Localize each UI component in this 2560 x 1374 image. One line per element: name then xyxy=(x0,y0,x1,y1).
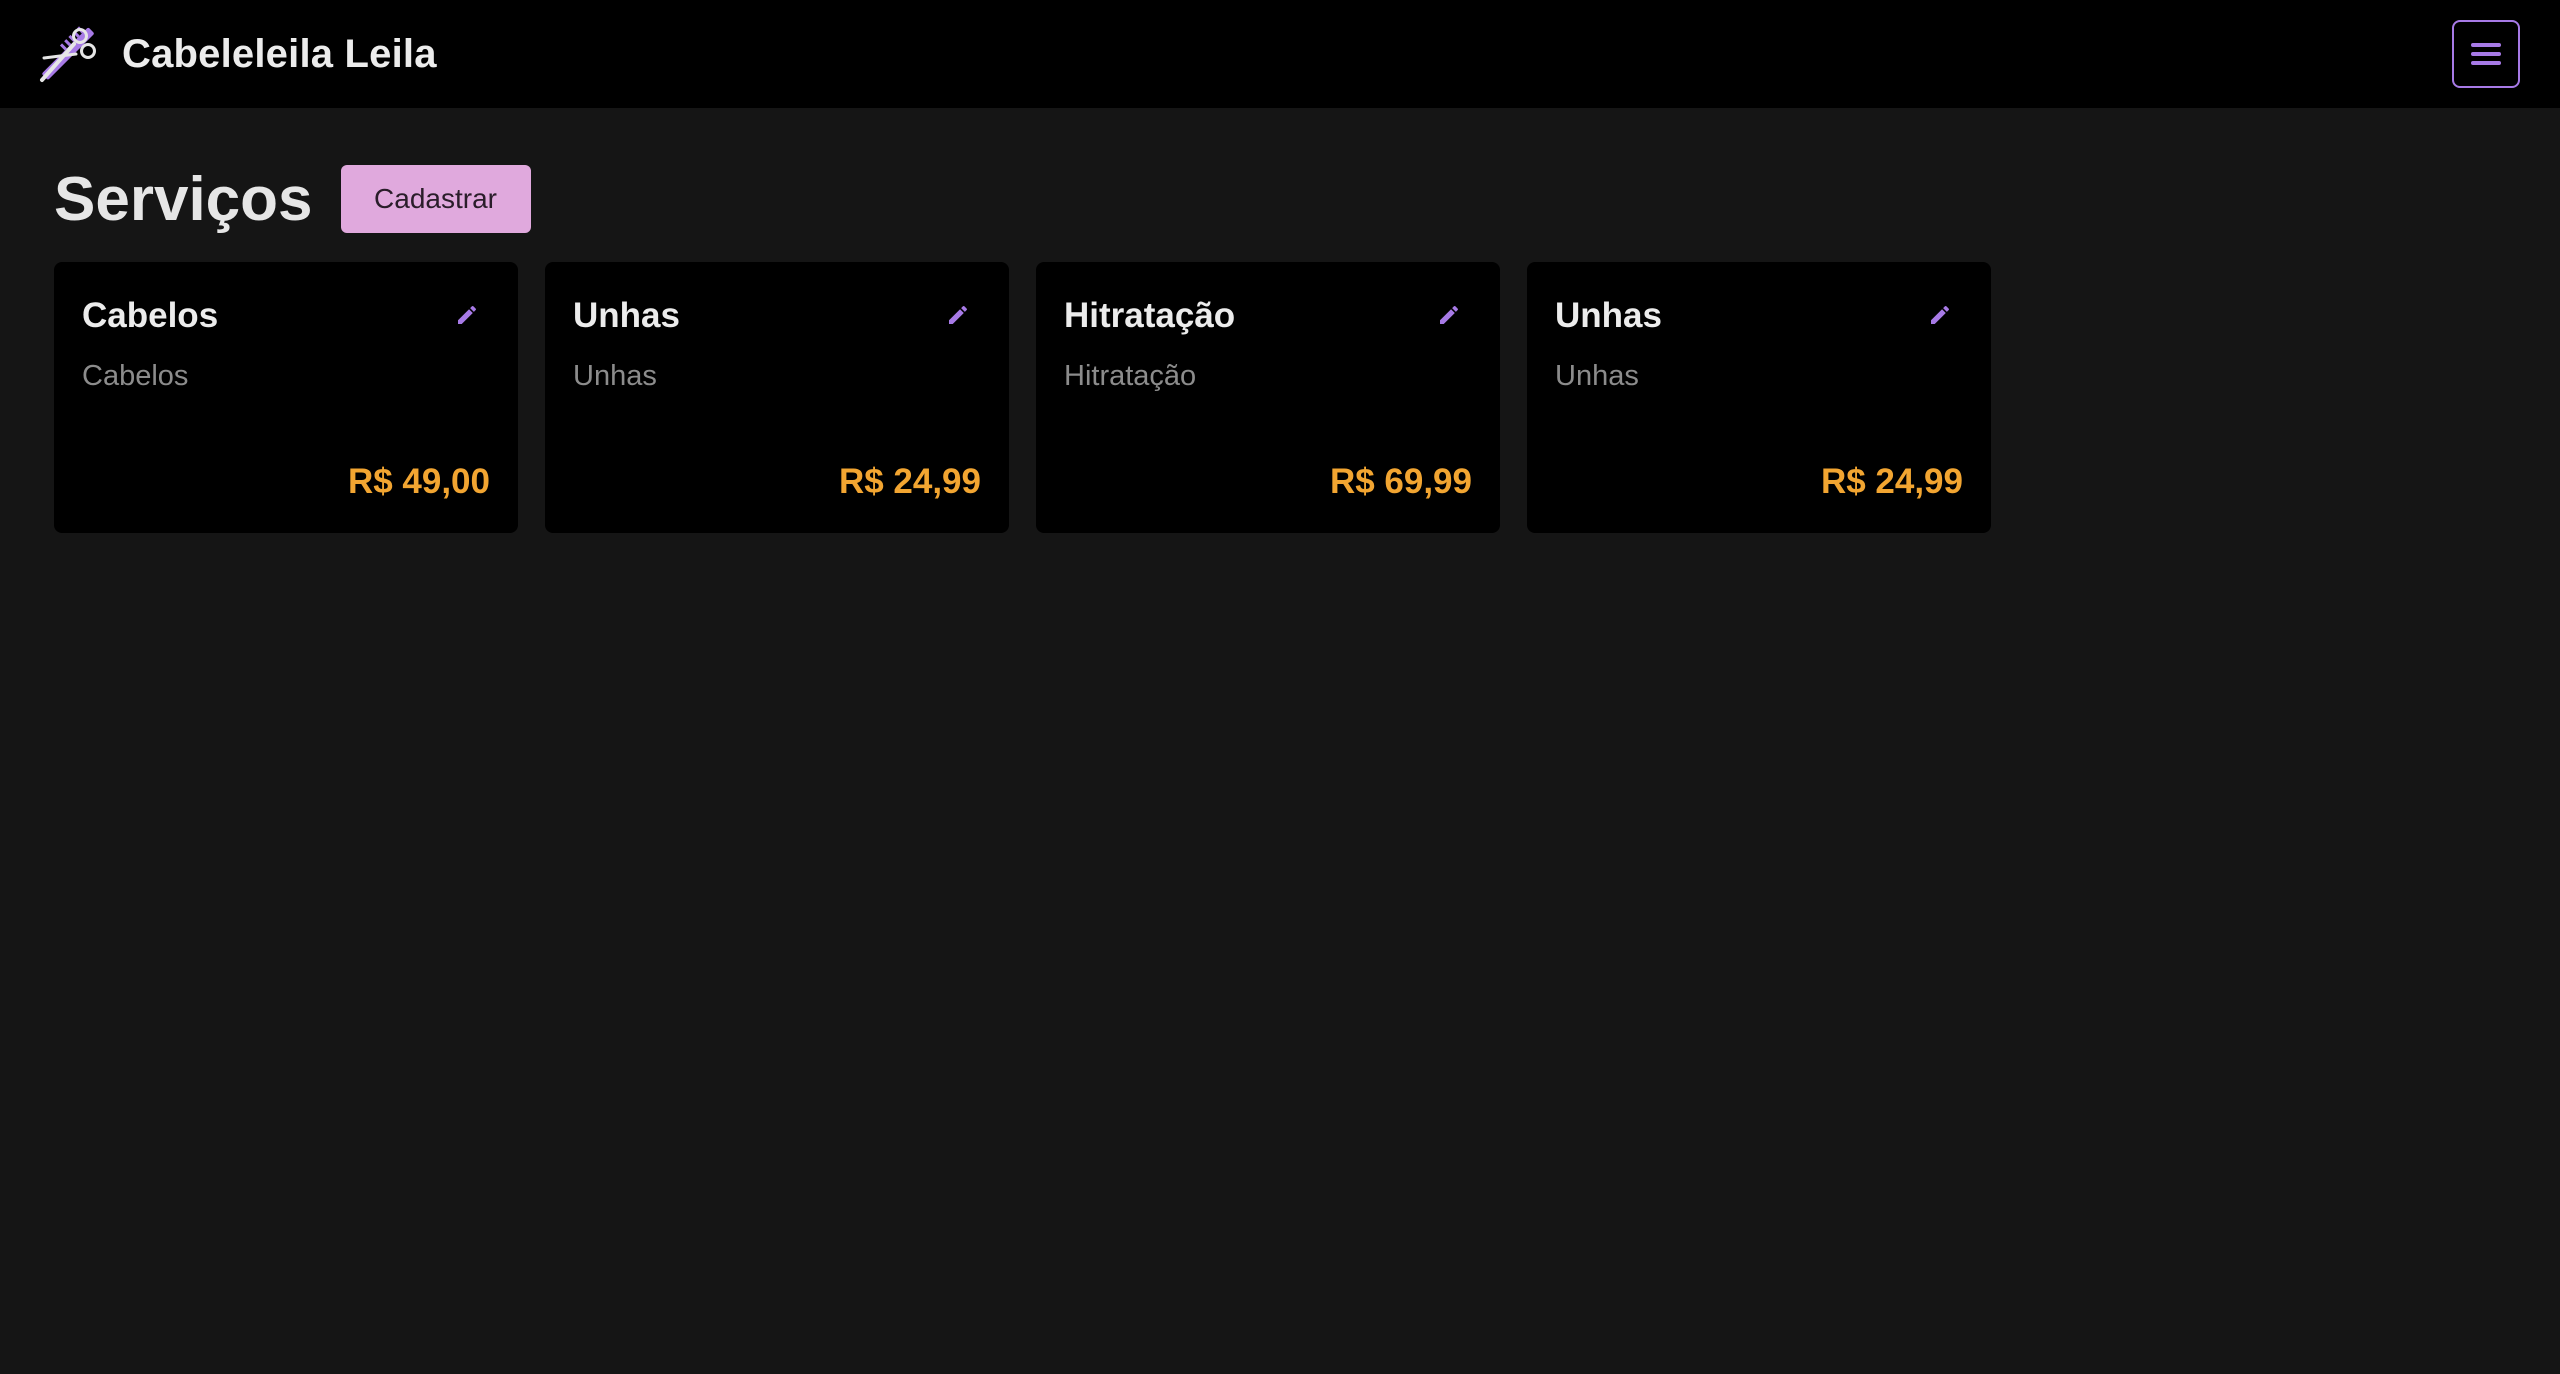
service-card: Unhas Unhas R$ 24,99 xyxy=(545,262,1009,533)
pencil-icon xyxy=(1931,305,1949,324)
brand-name: Cabeleleila Leila xyxy=(122,31,437,76)
service-price: R$ 24,99 xyxy=(1820,462,1963,501)
menu-toggle-button[interactable] xyxy=(2452,20,2520,88)
service-description: Cabelos xyxy=(82,360,189,392)
service-description: Unhas xyxy=(573,360,657,392)
scissors-comb-icon xyxy=(40,26,96,82)
edit-service-button[interactable] xyxy=(1925,300,1955,330)
service-description: Hitratação xyxy=(1064,360,1197,392)
pencil-icon xyxy=(949,305,967,324)
service-price: R$ 24,99 xyxy=(838,462,981,501)
service-card: Cabelos Cabelos R$ 49,00 xyxy=(54,262,518,533)
service-title: Unhas xyxy=(1555,296,1662,335)
service-price: R$ 49,00 xyxy=(347,462,490,501)
edit-service-button[interactable] xyxy=(452,300,482,330)
brand-link[interactable]: Cabeleleila Leila xyxy=(36,24,437,84)
edit-service-button[interactable] xyxy=(943,300,973,330)
navbar: Cabeleleila Leila xyxy=(0,0,2560,108)
register-button[interactable]: Cadastrar xyxy=(340,165,531,233)
service-card: Hitratação Hitratação R$ 69,99 xyxy=(1036,262,1500,533)
service-description: Unhas xyxy=(1555,360,1639,392)
service-price: R$ 69,99 xyxy=(1329,462,1472,501)
service-title: Cabelos xyxy=(82,296,219,335)
service-title: Hitratação xyxy=(1064,296,1236,335)
pencil-icon xyxy=(1440,305,1458,324)
service-card: Unhas Unhas R$ 24,99 xyxy=(1527,262,1991,533)
service-title: Unhas xyxy=(573,296,680,335)
page-header: Serviços Cadastrar xyxy=(54,164,531,234)
hamburger-menu-icon xyxy=(2471,43,2501,65)
pencil-icon xyxy=(458,305,476,324)
page-title: Serviços xyxy=(54,164,313,234)
services-grid: Cabelos Cabelos R$ 49,00 Unhas Unhas R$ … xyxy=(54,262,1991,533)
edit-service-button[interactable] xyxy=(1434,300,1464,330)
